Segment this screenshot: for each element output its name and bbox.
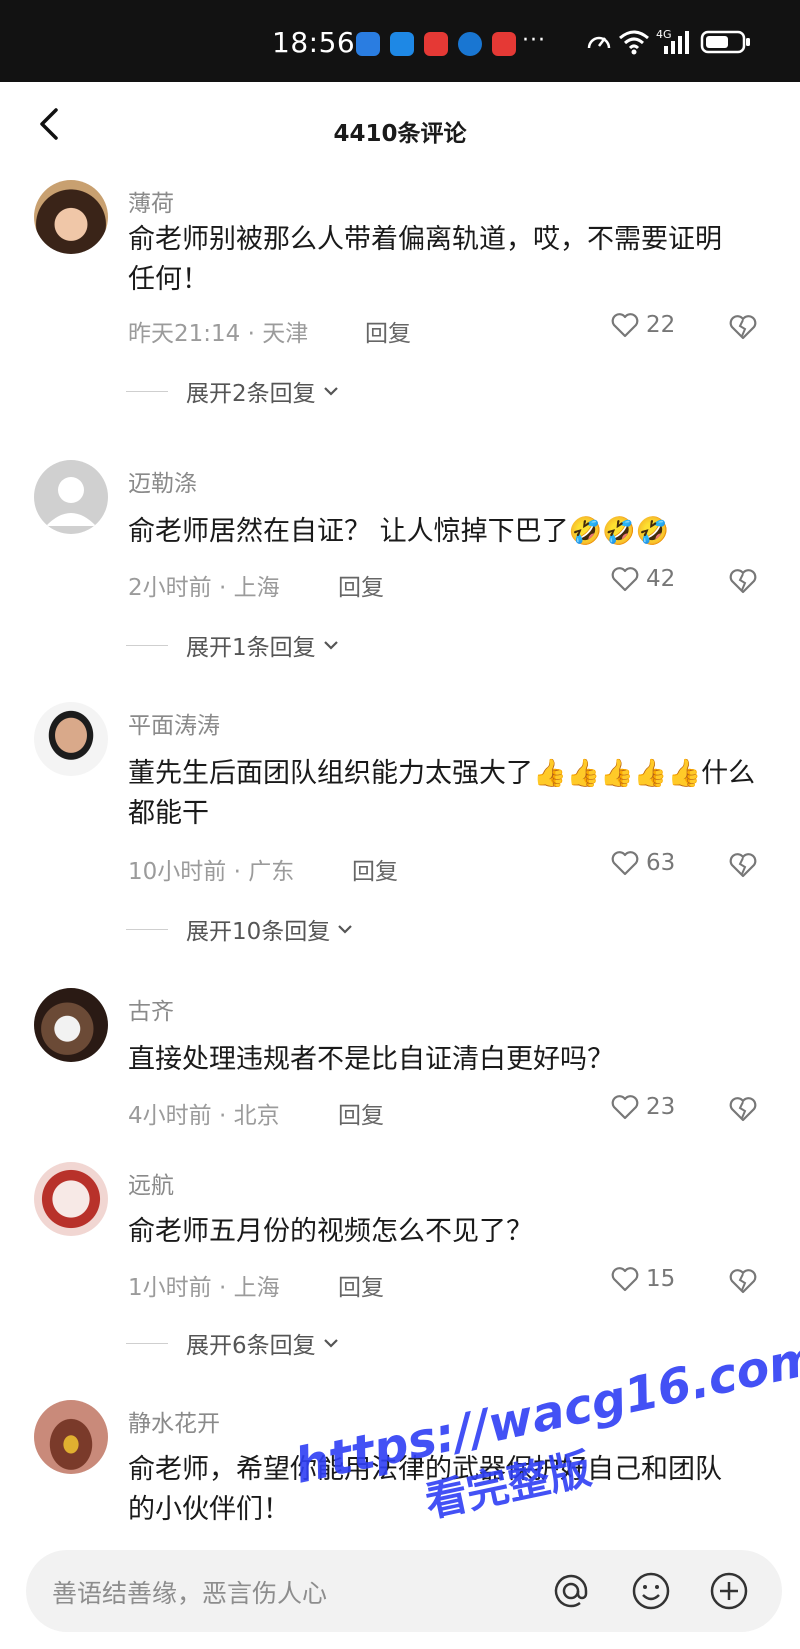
divider bbox=[126, 644, 168, 646]
broken-heart-icon[interactable] bbox=[728, 566, 758, 596]
broken-heart-icon[interactable] bbox=[728, 1094, 758, 1124]
expand-replies-label: 展开6条回复 bbox=[186, 1333, 316, 1359]
wifi-icon bbox=[619, 30, 649, 55]
comment-item: 迈勒涤 俞老师居然在自证？ 让人惊掉下巴了🤣🤣🤣 2小时前 · 上海 回复 42… bbox=[0, 460, 800, 662]
comment-input-bar[interactable]: 善语结善缘，恶言伤人心 bbox=[26, 1550, 782, 1632]
username[interactable]: 远航 bbox=[128, 1166, 174, 1200]
username[interactable]: 古齐 bbox=[128, 992, 174, 1026]
expand-replies[interactable]: 展开6条回复 bbox=[126, 1326, 342, 1360]
reply-button[interactable]: 回复 bbox=[365, 314, 411, 348]
more-notifications: ··· bbox=[522, 28, 546, 53]
heart-icon bbox=[611, 1267, 639, 1292]
battery-icon bbox=[700, 30, 750, 54]
chevron-down-icon bbox=[323, 641, 338, 650]
comment-text: 俞老师五月份的视频怎么不见了？ bbox=[128, 1216, 533, 1247]
like-count: 23 bbox=[646, 1094, 676, 1120]
status-bar: 18:56 ··· 4G bbox=[0, 0, 800, 82]
shield-app-icon bbox=[390, 32, 414, 56]
comment-item: 薄荷 俞老师别被那么人带着偏离轨道，哎，不需要证明任何！ 昨天21:14 · 天… bbox=[0, 180, 800, 430]
comment-text: 俞老师，希望你能用法律的武器保护好自己和团队的小伙伴们！ bbox=[128, 1454, 722, 1525]
like-button[interactable]: 23 bbox=[610, 1092, 675, 1122]
avatar[interactable] bbox=[34, 460, 108, 534]
username[interactable]: 平面涛涛 bbox=[128, 706, 220, 740]
chevron-down-icon bbox=[323, 387, 338, 396]
comment-text: 董先生后面团队组织能力太强大了👍👍👍👍👍什么都能干 bbox=[128, 758, 756, 829]
avatar[interactable] bbox=[34, 702, 108, 776]
reply-button[interactable]: 回复 bbox=[338, 568, 384, 602]
default-avatar-icon bbox=[46, 477, 96, 526]
divider bbox=[126, 928, 168, 930]
comment-text: 俞老师居然在自证？ 让人惊掉下巴了🤣🤣🤣 bbox=[128, 516, 670, 547]
reply-button[interactable]: 回复 bbox=[338, 1096, 384, 1130]
comment-time-location: 10小时前 · 广东 bbox=[128, 859, 295, 885]
like-button[interactable]: 42 bbox=[610, 564, 675, 594]
heart-icon bbox=[611, 567, 639, 592]
chevron-down-icon bbox=[338, 925, 353, 934]
heart-icon bbox=[611, 313, 639, 338]
shopping-app-icon bbox=[424, 32, 448, 56]
username[interactable]: 薄荷 bbox=[128, 184, 174, 218]
comment-item: 远航 俞老师五月份的视频怎么不见了？ 1小时前 · 上海 回复 15 展开6条回… bbox=[0, 1162, 800, 1362]
comment-text: 直接处理违规者不是比自证清白更好吗？ bbox=[128, 1044, 614, 1075]
like-button[interactable]: 15 bbox=[610, 1264, 675, 1294]
reply-button[interactable]: 回复 bbox=[338, 1268, 384, 1302]
comment-input[interactable]: 善语结善缘，恶言伤人心 bbox=[52, 1574, 327, 1610]
broken-heart-icon[interactable] bbox=[728, 1266, 758, 1296]
speed-icon bbox=[587, 36, 611, 49]
heart-icon bbox=[611, 851, 639, 876]
reply-button[interactable]: 回复 bbox=[352, 852, 398, 886]
comment-time-location: 昨天21:14 · 天津 bbox=[128, 321, 309, 347]
comment-time-location: 2小时前 · 上海 bbox=[128, 575, 280, 601]
comment-item: 平面涛涛 董先生后面团队组织能力太强大了👍👍👍👍👍什么都能干 10小时前 · 广… bbox=[0, 702, 800, 952]
like-button[interactable]: 22 bbox=[610, 310, 675, 340]
signal-icon bbox=[664, 31, 689, 54]
like-count: 42 bbox=[646, 566, 676, 592]
comments-header: 4410条评论 bbox=[0, 82, 800, 177]
broken-heart-icon[interactable] bbox=[728, 850, 758, 880]
comment-text: 俞老师别被那么人带着偏离轨道，哎，不需要证明任何！ bbox=[128, 224, 722, 295]
heart-icon bbox=[611, 1095, 639, 1120]
comment-item: 古齐 直接处理违规者不是比自证清白更好吗？ 4小时前 · 北京 回复 23 bbox=[0, 988, 800, 1130]
comment-time-location: 1小时前 · 上海 bbox=[128, 1275, 280, 1301]
username[interactable]: 静水花开 bbox=[128, 1404, 220, 1438]
emoji-icon[interactable] bbox=[630, 1570, 672, 1612]
broken-heart-icon[interactable] bbox=[728, 312, 758, 342]
avatar[interactable] bbox=[34, 988, 108, 1062]
avatar[interactable] bbox=[34, 180, 108, 254]
like-button[interactable]: 63 bbox=[610, 848, 675, 878]
username[interactable]: 迈勒涤 bbox=[128, 464, 197, 498]
expand-replies-label: 展开1条回复 bbox=[186, 635, 316, 661]
expand-replies-label: 展开2条回复 bbox=[186, 381, 316, 407]
at-mention-icon[interactable] bbox=[550, 1570, 592, 1612]
expand-replies[interactable]: 展开2条回复 bbox=[126, 374, 342, 408]
like-count: 22 bbox=[646, 312, 676, 338]
status-time: 18:56 bbox=[272, 26, 356, 59]
comment-item: 静水花开 俞老师，希望你能用法律的武器保护好自己和团队的小伙伴们！ bbox=[0, 1400, 800, 1540]
chevron-down-icon bbox=[323, 1339, 338, 1348]
divider bbox=[126, 1342, 168, 1344]
expand-replies-label: 展开10条回复 bbox=[186, 919, 331, 945]
like-count: 15 bbox=[646, 1266, 676, 1292]
redbook-app-icon bbox=[492, 32, 516, 56]
avatar[interactable] bbox=[34, 1162, 108, 1236]
browser-app-icon bbox=[458, 32, 482, 56]
divider bbox=[126, 390, 168, 392]
expand-replies[interactable]: 展开1条回复 bbox=[126, 628, 342, 662]
like-count: 63 bbox=[646, 850, 676, 876]
page-title: 4410条评论 bbox=[333, 121, 467, 147]
add-icon[interactable] bbox=[708, 1570, 750, 1612]
messages-app-icon bbox=[356, 32, 380, 56]
expand-replies[interactable]: 展开10条回复 bbox=[126, 912, 356, 946]
comment-time-location: 4小时前 · 北京 bbox=[128, 1103, 280, 1129]
avatar[interactable] bbox=[34, 1400, 108, 1474]
